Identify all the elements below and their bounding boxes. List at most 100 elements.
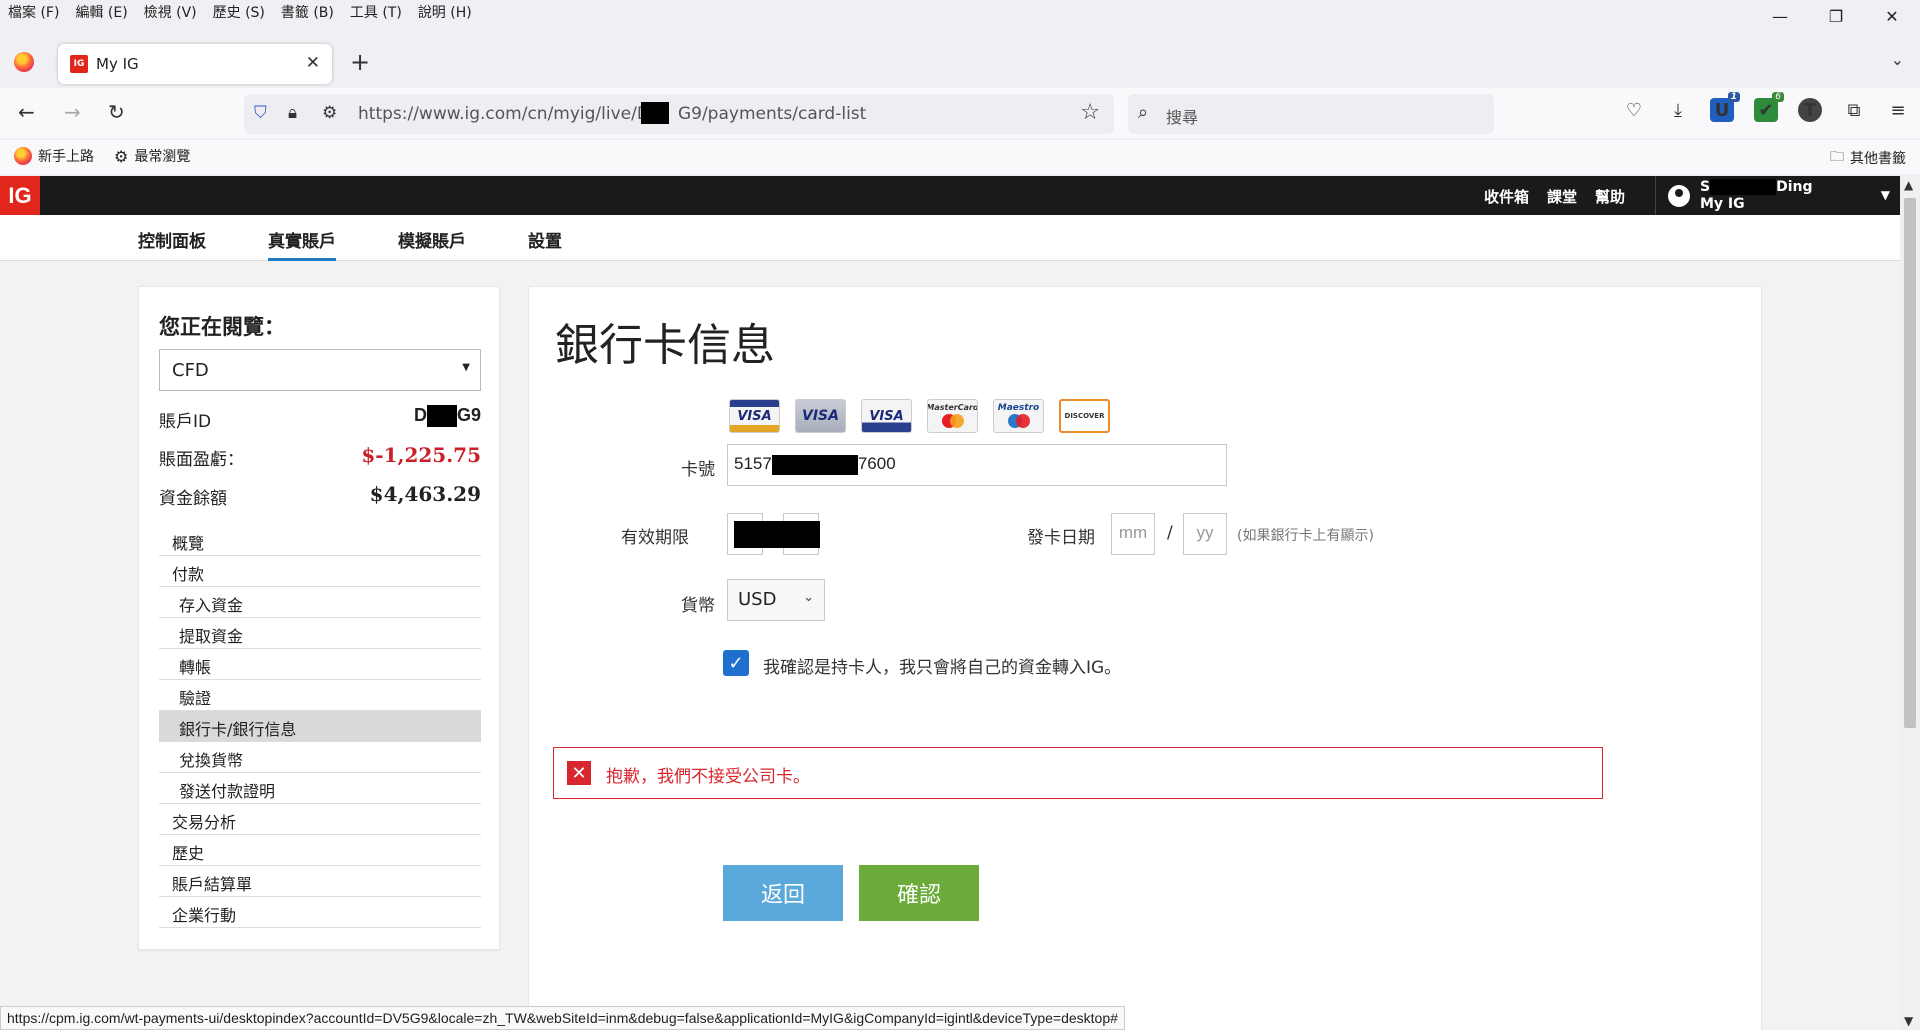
gear-icon: ⚙ <box>114 146 129 166</box>
tab-settings[interactable]: 設置 <box>528 227 562 258</box>
error-x-icon: ✕ <box>567 761 591 785</box>
password-manager-extension-icon[interactable]: U1 <box>1710 92 1740 122</box>
navigation-toolbar: ← → ↻ ⛉ 🔒︎ ⚙ https://www.ig.com/cn/myig/… <box>0 88 1920 138</box>
sidebar-nav-item[interactable]: 銀行卡/銀行信息 <box>159 711 481 742</box>
ig-logo[interactable]: IG <box>0 176 40 215</box>
profile-extension-icon[interactable]: T <box>1798 98 1822 122</box>
cardholder-confirm-checkbox[interactable]: ✓ <box>723 650 749 676</box>
restore-icon[interactable]: ❐ <box>1808 0 1864 32</box>
close-window-icon[interactable]: ✕ <box>1864 0 1920 32</box>
scrollbar-thumb[interactable] <box>1904 198 1916 728</box>
inbox-link[interactable]: 收件箱 <box>1484 186 1529 207</box>
redacted-block <box>641 102 669 124</box>
error-message-text: 抱歉，我們不接受公司卡。 <box>606 767 810 787</box>
back-arrow-icon[interactable]: ← <box>18 100 35 124</box>
menu-view[interactable]: 檢視 (V) <box>144 2 197 22</box>
account-id-value: D G9 <box>414 405 481 428</box>
visa-debit-card-icon: VISA <box>795 399 846 433</box>
menu-help[interactable]: 說明 (H) <box>418 2 472 22</box>
tab-dashboard[interactable]: 控制面板 <box>138 227 206 258</box>
other-bookmarks[interactable]: 🗀︎ 其他書籤 <box>1830 146 1906 170</box>
lock-icon[interactable]: 🔒︎ <box>288 103 297 123</box>
user-menu[interactable]: S Ding My IG ▼ <box>1655 176 1900 215</box>
sidebar-nav-item[interactable]: 付款 <box>159 556 481 587</box>
extension-badge: 6 <box>1772 92 1784 102</box>
confirm-button[interactable]: 確認 <box>859 865 979 921</box>
minimize-icon[interactable]: — <box>1752 0 1808 32</box>
issue-year-field[interactable]: yy <box>1183 513 1227 555</box>
issue-month-field[interactable]: mm <box>1111 513 1155 555</box>
account-type-value: CFD <box>172 360 209 381</box>
sidebar-nav-item[interactable]: 轉帳 <box>159 649 481 680</box>
balance-label: 資金餘額 <box>159 489 227 509</box>
extensions-icon[interactable]: ⧉ <box>1842 98 1866 122</box>
search-bar[interactable]: ⌕ 搜尋 <box>1128 94 1494 134</box>
tab-demo-account[interactable]: 模擬賬戶 <box>398 227 466 258</box>
sidebar-nav-item[interactable]: 存入資金 <box>159 587 481 618</box>
menu-history[interactable]: 歷史 (S) <box>213 2 265 22</box>
pocket-icon[interactable]: ♡ <box>1622 98 1646 122</box>
classroom-link[interactable]: 課堂 <box>1547 186 1577 207</box>
sidebar-nav-item[interactable]: 發送付款證明 <box>159 773 481 804</box>
pnl-value: $-1,225.75 <box>361 443 481 467</box>
page-title: 銀行卡信息 <box>555 320 775 371</box>
bookmark-label: 其他書籤 <box>1850 151 1906 167</box>
accepted-cards: VISA VISA VISA MasterCard Maestro DISCOV… <box>729 399 1110 433</box>
scroll-down-icon[interactable]: ▼ <box>1904 1014 1913 1028</box>
help-link[interactable]: 幫助 <box>1595 186 1625 207</box>
sidebar-title: 您正在閱覽： <box>159 315 285 339</box>
error-message-box: ✕ 抱歉，我們不接受公司卡。 <box>553 747 1603 799</box>
sidebar-nav-item[interactable]: 提取資金 <box>159 618 481 649</box>
discover-card-icon: DISCOVER <box>1059 399 1110 433</box>
visa-electron-card-icon: VISA <box>861 399 912 433</box>
firefox-view-icon[interactable] <box>14 52 34 72</box>
currency-label: 貨幣 <box>681 596 715 616</box>
close-tab-icon[interactable]: ✕ <box>306 53 320 73</box>
sidebar-nav-item[interactable]: 賬戶結算單 <box>159 866 481 897</box>
card-number-field[interactable]: 5157 7600 <box>727 444 1227 486</box>
cardholder-confirm-label[interactable]: 我確認是持卡人，我只會將自己的資金轉入IG。 <box>763 653 1121 678</box>
bookmark-getting-started[interactable]: 新手上路 <box>14 146 94 166</box>
issue-date-label: 發卡日期 <box>1027 528 1095 548</box>
adblock-extension-icon[interactable]: ✔ 6 <box>1754 92 1784 122</box>
new-tab-icon[interactable]: + <box>350 48 370 76</box>
ig-header: IG 收件箱 課堂 幫助 S Ding My IG ▼ <box>0 176 1900 215</box>
firefox-icon <box>14 147 32 165</box>
reload-icon[interactable]: ↻ <box>108 100 125 124</box>
currency-select[interactable]: USD ⌄ <box>727 579 825 621</box>
page-scrollbar[interactable]: ▲ ▼ <box>1900 176 1920 1030</box>
address-bar[interactable]: ⛉ 🔒︎ ⚙ https://www.ig.com/cn/myig/live/D… <box>244 94 1114 134</box>
hamburger-menu-icon[interactable]: ≡ <box>1886 98 1910 122</box>
back-button[interactable]: 返回 <box>723 865 843 921</box>
sidebar-nav-item[interactable]: 交易分析 <box>159 804 481 835</box>
sidebar-nav-item[interactable]: 兌換貨幣 <box>159 742 481 773</box>
downloads-icon[interactable]: ⤓ <box>1666 98 1690 122</box>
permissions-icon[interactable]: ⚙ <box>322 103 337 123</box>
menu-file[interactable]: 檔案 (F) <box>8 2 59 22</box>
account-sidebar: 您正在閱覽： CFD ▼ 賬戶ID D G9 賬面盈虧： $-1,225.75 資… <box>138 286 500 950</box>
tab-live-account[interactable]: 真實賬戶 <box>268 227 336 261</box>
account-id-label: 賬戶ID <box>159 412 212 432</box>
caret-down-icon: ▼ <box>462 362 470 373</box>
tab-my-ig[interactable]: IG My IG ✕ <box>58 44 332 84</box>
bookmark-most-visited[interactable]: ⚙ 最常瀏覽 <box>114 146 190 166</box>
chevron-down-icon: ⌄ <box>803 590 814 605</box>
sidebar-nav-item[interactable]: 概覽 <box>159 525 481 556</box>
ig-main-tabs: 控制面板 真實賬戶 模擬賬戶 設置 <box>0 215 1900 261</box>
scroll-up-icon[interactable]: ▲ <box>1904 178 1913 192</box>
chevron-down-icon: ▼ <box>1880 188 1890 202</box>
sidebar-nav-item[interactable]: 驗證 <box>159 680 481 711</box>
card-info-panel: 銀行卡信息 VISA VISA VISA MasterCard Maestro … <box>528 286 1762 1030</box>
menu-bookmarks[interactable]: 書籤 (B) <box>281 2 334 22</box>
menu-edit[interactable]: 編輯 (E) <box>75 2 127 22</box>
currency-value: USD <box>738 589 777 610</box>
forward-arrow-icon[interactable]: → <box>64 100 81 124</box>
account-type-select[interactable]: CFD ▼ <box>159 349 481 391</box>
list-all-tabs-icon[interactable]: ⌄ <box>1891 50 1904 69</box>
sidebar-nav-item[interactable]: 歷史 <box>159 835 481 866</box>
menu-tools[interactable]: 工具 (T) <box>350 2 402 22</box>
sidebar-nav-item[interactable]: 企業行動 <box>159 897 481 928</box>
bookmark-star-icon[interactable]: ☆ <box>1080 100 1100 125</box>
card-number-label: 卡號 <box>681 460 715 480</box>
shield-icon[interactable]: ⛉ <box>254 103 267 123</box>
